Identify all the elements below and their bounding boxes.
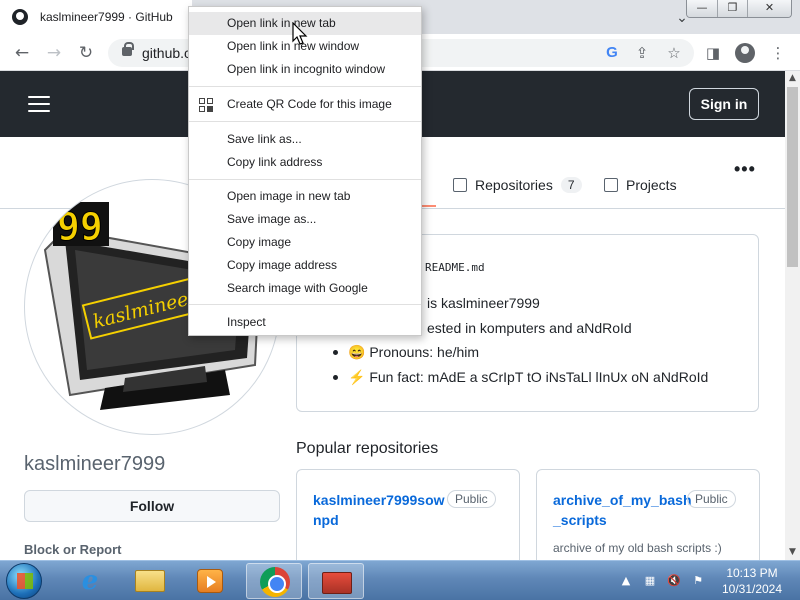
repo-book-icon	[453, 178, 467, 192]
minimize-button[interactable]: —	[687, 0, 717, 17]
block-or-report-link[interactable]: Block or Report	[24, 542, 122, 557]
menu-save-image-as[interactable]: Save image as...	[189, 208, 421, 231]
chrome-icon	[260, 567, 290, 597]
scroll-down-arrow-icon[interactable]: ▼	[785, 545, 800, 560]
popular-repositories-title: Popular repositories	[296, 440, 439, 457]
taskbar-internet-explorer[interactable]: e	[62, 563, 118, 599]
volume-muted-icon[interactable]: 🔇	[666, 574, 682, 588]
readme-bullet	[333, 350, 338, 355]
taskbar-toolbox-app[interactable]	[308, 563, 364, 599]
readme-line: ested in komputers and aNdRoId	[427, 320, 632, 336]
sign-in-button[interactable]: Sign in	[689, 88, 759, 120]
chrome-menu-icon[interactable]: ⋮	[767, 42, 789, 64]
forward-arrow-icon[interactable]: →	[42, 41, 66, 65]
menu-open-image-new-tab[interactable]: Open image in new tab	[189, 185, 421, 208]
reload-icon[interactable]: ↻	[74, 41, 98, 65]
close-button[interactable]: ✕	[747, 0, 791, 17]
project-table-icon	[604, 178, 618, 192]
show-hidden-icons-arrow-icon[interactable]: ▲	[618, 574, 634, 588]
page-scrollbar[interactable]: ▲ ▼	[785, 71, 800, 560]
windows-taskbar: e ▲ ▦ 🔇 ⚑ 10:13 PM 10/31/2024	[0, 560, 800, 600]
repo-description: archive of my old bash scripts :)	[553, 541, 722, 555]
follow-button[interactable]: Follow	[24, 490, 280, 522]
back-arrow-icon[interactable]: ←	[10, 41, 34, 65]
menu-open-link-incognito[interactable]: Open link in incognito window	[189, 58, 421, 81]
media-player-icon	[197, 569, 223, 593]
menu-separator	[189, 304, 421, 305]
start-button-icon[interactable]	[6, 563, 42, 599]
readme-line: 😄 Pronouns: he/him	[348, 344, 480, 360]
tab-title: kaslmineer7999 · GitHub	[40, 10, 173, 24]
system-tray: ▲ ▦ 🔇 ⚑	[618, 561, 714, 600]
repo-card: archive_of_my_bash_scripts Public archiv…	[536, 469, 760, 560]
menu-inspect[interactable]: Inspect	[189, 311, 421, 334]
repo-name-link[interactable]: kaslmineer7999sownpd	[313, 490, 453, 530]
github-favicon-icon	[12, 9, 28, 25]
menu-separator	[189, 179, 421, 180]
menu-copy-image-address[interactable]: Copy image address	[189, 254, 421, 277]
window-controls: — ❐ ✕	[686, 0, 792, 18]
more-options-icon[interactable]: •••	[734, 159, 756, 180]
maximize-button[interactable]: ❐	[717, 0, 747, 17]
context-menu: Open link in new tab Open link in new wi…	[188, 6, 422, 336]
scroll-up-arrow-icon[interactable]: ▲	[785, 71, 800, 86]
clock-date: 10/31/2024	[721, 582, 783, 596]
tab-projects-label: Projects	[626, 177, 677, 193]
tab-repositories-label: Repositories	[475, 177, 553, 193]
readme-line: is kaslmineer7999	[427, 295, 540, 311]
readme-line: ⚡ Fun fact: mAdE a sCrIpT tO iNsTaLl lIn…	[348, 369, 709, 385]
avatar-badge-text: 99	[57, 205, 103, 249]
folder-icon	[135, 570, 165, 592]
browser-tab[interactable]: kaslmineer7999 · GitHub	[0, 0, 192, 34]
menu-create-qr-code-label: Create QR Code for this image	[227, 97, 392, 111]
scroll-thumb[interactable]	[787, 87, 798, 267]
repo-card: kaslmineer7999sownpd Public	[296, 469, 520, 560]
toolbox-icon	[322, 572, 352, 594]
menu-copy-link-address[interactable]: Copy link address	[189, 151, 421, 174]
share-icon[interactable]: ⇪	[632, 43, 652, 63]
taskbar-chrome[interactable]	[246, 563, 302, 599]
mouse-cursor-icon	[292, 22, 308, 45]
menu-save-link-as[interactable]: Save link as...	[189, 128, 421, 151]
internet-explorer-icon: e	[81, 566, 99, 596]
menu-separator	[189, 121, 421, 122]
public-badge: Public	[687, 490, 736, 508]
readme-bullet	[333, 375, 338, 380]
repo-name-link[interactable]: archive_of_my_bash_scripts	[553, 490, 693, 530]
lock-icon[interactable]	[122, 42, 134, 56]
menu-search-image-google[interactable]: Search image with Google	[189, 277, 421, 300]
public-badge: Public	[447, 490, 496, 508]
google-lens-icon[interactable]: G	[602, 43, 622, 63]
tab-projects[interactable]: Projects	[604, 177, 677, 193]
profile-avatar-icon[interactable]	[735, 43, 755, 63]
bookmark-star-icon[interactable]: ☆	[664, 43, 684, 63]
network-icon[interactable]: ▦	[642, 574, 658, 588]
tab-repositories[interactable]: Repositories 7	[453, 177, 582, 193]
menu-separator	[189, 86, 421, 87]
menu-create-qr-code[interactable]: Create QR Code for this image	[189, 93, 421, 116]
system-clock[interactable]: 10:13 PM 10/31/2024	[712, 565, 792, 597]
qr-code-icon	[199, 98, 213, 112]
profile-username: kaslmineer7999	[24, 453, 166, 475]
repositories-count: 7	[560, 177, 582, 193]
hamburger-menu-icon[interactable]	[28, 96, 50, 112]
readme-filename: README.md	[425, 261, 485, 274]
taskbar-media-player[interactable]	[182, 563, 238, 599]
clock-time: 10:13 PM	[726, 566, 778, 580]
action-center-flag-icon[interactable]: ⚑	[690, 574, 706, 588]
taskbar-file-explorer[interactable]	[122, 563, 178, 599]
url-text[interactable]: github.c	[142, 45, 191, 61]
menu-copy-image[interactable]: Copy image	[189, 231, 421, 254]
side-panel-icon[interactable]: ◨	[702, 42, 724, 64]
